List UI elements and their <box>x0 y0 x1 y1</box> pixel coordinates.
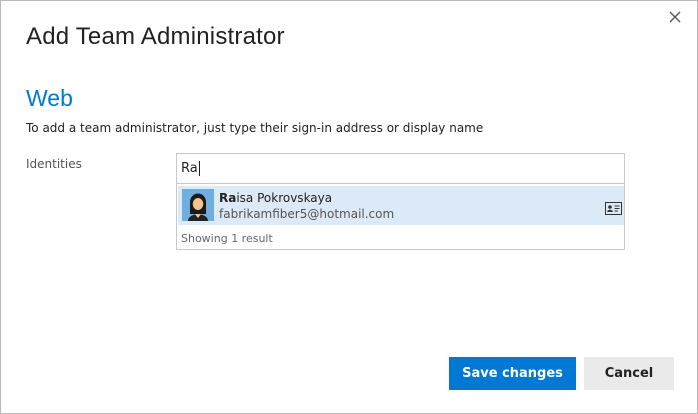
contact-card-icon[interactable] <box>605 200 622 215</box>
add-team-administrator-dialog: Add Team Administrator Web To add a team… <box>0 0 698 414</box>
identities-input-value: Ra <box>181 161 198 176</box>
close-icon[interactable] <box>665 7 685 27</box>
instructions-text: To add a team administrator, just type t… <box>26 121 484 135</box>
suggestion-item[interactable]: Raisa Pokrovskaya fabrikamfiber5@hotmail… <box>178 186 624 225</box>
result-count: Showing 1 result <box>181 232 273 245</box>
text-caret <box>198 161 200 176</box>
user-avatar-icon <box>182 189 214 221</box>
identity-suggestions-dropdown: Raisa Pokrovskaya fabrikamfiber5@hotmail… <box>176 184 625 250</box>
section-heading: Web <box>26 85 73 111</box>
identities-label: Identities <box>26 157 82 171</box>
suggestion-name: Raisa Pokrovskaya <box>219 191 332 205</box>
identities-input[interactable]: Ra <box>176 153 625 184</box>
cancel-button[interactable]: Cancel <box>584 357 674 390</box>
suggestion-name-match: Ra <box>219 191 237 205</box>
dialog-title: Add Team Administrator <box>26 23 285 50</box>
suggestion-email: fabrikamfiber5@hotmail.com <box>219 207 395 221</box>
suggestion-name-rest: isa Pokrovskaya <box>236 191 333 205</box>
save-changes-button[interactable]: Save changes <box>449 357 576 390</box>
